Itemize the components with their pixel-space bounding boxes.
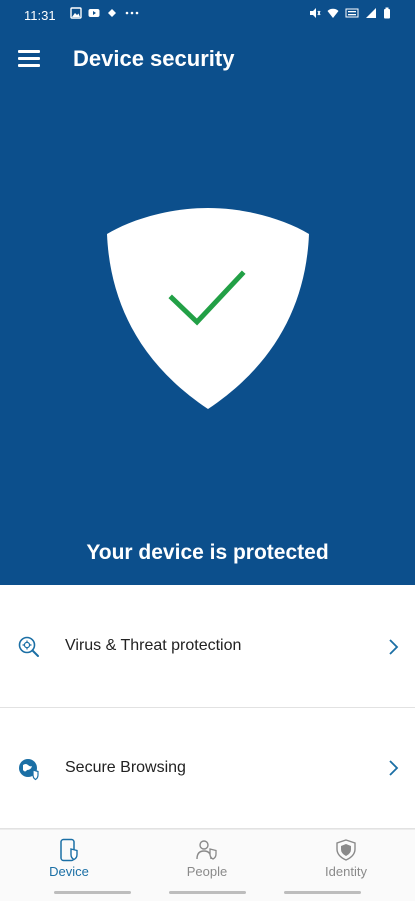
secure-browsing-label: Secure Browsing — [65, 759, 186, 776]
status-time: 11:31 — [24, 8, 56, 23]
identity-shield-icon — [336, 839, 356, 861]
chevron-right-icon — [389, 760, 399, 776]
mute-icon — [310, 8, 321, 18]
page-title: Device security — [73, 46, 235, 71]
virus-threat-protection-item[interactable]: Virus & Threat protection — [0, 587, 415, 708]
tab-people-label: People — [186, 864, 228, 879]
tab-device[interactable]: Device — [0, 830, 138, 890]
tab-identity-label: Identity — [325, 864, 367, 879]
hamburger-menu-icon — [18, 50, 40, 53]
menu-button[interactable] — [18, 50, 40, 68]
tab-device-label: Device — [49, 864, 89, 879]
virus-threat-protection-label: Virus & Threat protection — [65, 637, 242, 654]
tab-people[interactable]: People — [138, 830, 276, 890]
more-dots-icon — [125, 11, 139, 15]
chevron-right-icon — [389, 639, 399, 655]
status-bar: 11:31 — [0, 0, 415, 32]
virus-scan-icon — [18, 636, 39, 657]
volte-icon — [345, 8, 359, 18]
gesture-bar-left — [54, 891, 131, 894]
status-right-icons — [309, 7, 391, 19]
cast-icon — [108, 9, 116, 17]
people-icon — [196, 840, 217, 860]
gesture-bar-right — [284, 891, 361, 894]
signal-icon — [366, 8, 376, 18]
gesture-bar-center — [169, 891, 246, 894]
secure-browsing-item[interactable]: Secure Browsing — [0, 708, 415, 829]
image-icon — [70, 7, 82, 19]
tab-identity[interactable]: Identity — [277, 830, 415, 890]
battery-icon — [384, 7, 390, 19]
status-left-icons — [70, 7, 140, 19]
wifi-icon — [327, 8, 339, 18]
youtube-icon — [88, 9, 100, 17]
hero-section: 11:31 Device security Your device is pro… — [0, 0, 415, 585]
protection-status-text: Your device is protected — [86, 541, 329, 564]
globe-shield-icon — [19, 759, 39, 781]
shield-check-icon — [107, 208, 309, 409]
device-shield-icon — [60, 838, 78, 862]
